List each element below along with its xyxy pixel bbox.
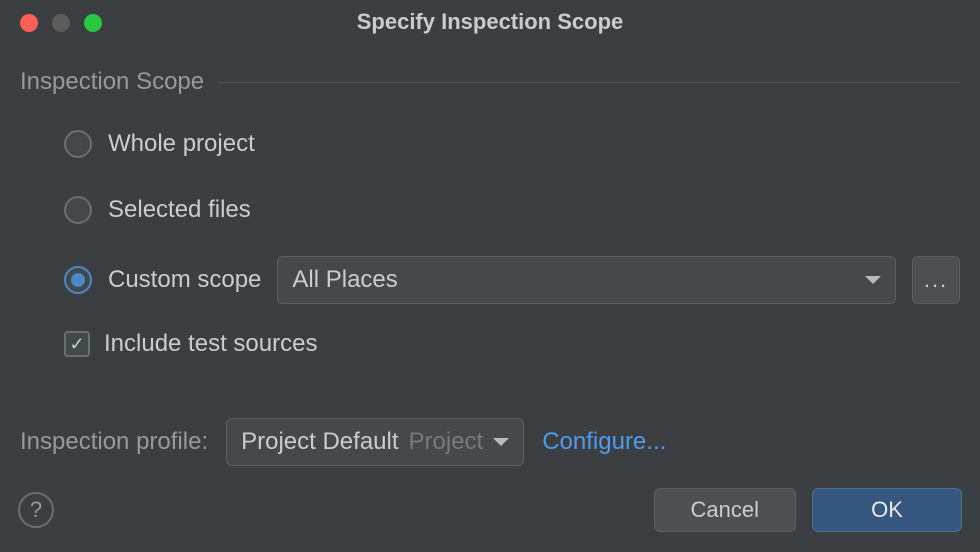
dropdown-value: All Places bbox=[292, 266, 397, 294]
cancel-label: Cancel bbox=[691, 497, 759, 523]
scope-options: Whole project Selected files Custom scop… bbox=[20, 124, 960, 304]
help-icon: ? bbox=[30, 497, 42, 523]
ok-button[interactable]: OK bbox=[812, 488, 962, 532]
radio-custom-scope[interactable]: Custom scope All Places ... bbox=[64, 256, 960, 304]
cancel-button[interactable]: Cancel bbox=[654, 488, 796, 532]
help-button[interactable]: ? bbox=[18, 492, 54, 528]
radio-label: Selected files bbox=[108, 196, 251, 224]
section-label: Inspection Scope bbox=[20, 68, 204, 96]
include-tests-checkbox[interactable]: ✓ Include test sources bbox=[20, 330, 960, 358]
radio-label: Custom scope bbox=[108, 266, 261, 294]
checkmark-icon: ✓ bbox=[69, 335, 84, 353]
dialog-content: Inspection Scope Whole project Selected … bbox=[0, 44, 980, 358]
radio-icon bbox=[64, 130, 92, 158]
radio-whole-project[interactable]: Whole project bbox=[64, 124, 960, 164]
ellipsis-icon: ... bbox=[924, 267, 948, 293]
section-header: Inspection Scope bbox=[20, 68, 960, 96]
radio-icon bbox=[64, 196, 92, 224]
chevron-down-icon bbox=[493, 438, 509, 446]
browse-scope-button[interactable]: ... bbox=[912, 256, 960, 304]
minimize-window-button[interactable] bbox=[52, 14, 70, 32]
profile-dropdown[interactable]: Project Default Project bbox=[226, 418, 524, 466]
window-title: Specify Inspection Scope bbox=[0, 9, 980, 35]
profile-label: Inspection profile: bbox=[20, 428, 208, 456]
titlebar: Specify Inspection Scope bbox=[0, 0, 980, 44]
configure-link[interactable]: Configure... bbox=[542, 428, 666, 456]
zoom-window-button[interactable] bbox=[84, 14, 102, 32]
radio-icon bbox=[64, 266, 92, 294]
radio-selected-files[interactable]: Selected files bbox=[64, 190, 960, 230]
profile-secondary: Project bbox=[409, 428, 484, 456]
custom-scope-dropdown[interactable]: All Places bbox=[277, 256, 896, 304]
checkbox-icon: ✓ bbox=[64, 331, 90, 357]
checkbox-label: Include test sources bbox=[104, 330, 317, 358]
chevron-down-icon bbox=[865, 276, 881, 284]
close-window-button[interactable] bbox=[20, 14, 38, 32]
inspection-profile-row: Inspection profile: Project Default Proj… bbox=[0, 418, 980, 466]
window-controls bbox=[20, 14, 102, 32]
section-divider bbox=[218, 82, 960, 83]
ok-label: OK bbox=[871, 497, 903, 523]
button-bar: ? Cancel OK bbox=[0, 482, 980, 552]
profile-value: Project Default bbox=[241, 428, 398, 456]
radio-label: Whole project bbox=[108, 130, 255, 158]
